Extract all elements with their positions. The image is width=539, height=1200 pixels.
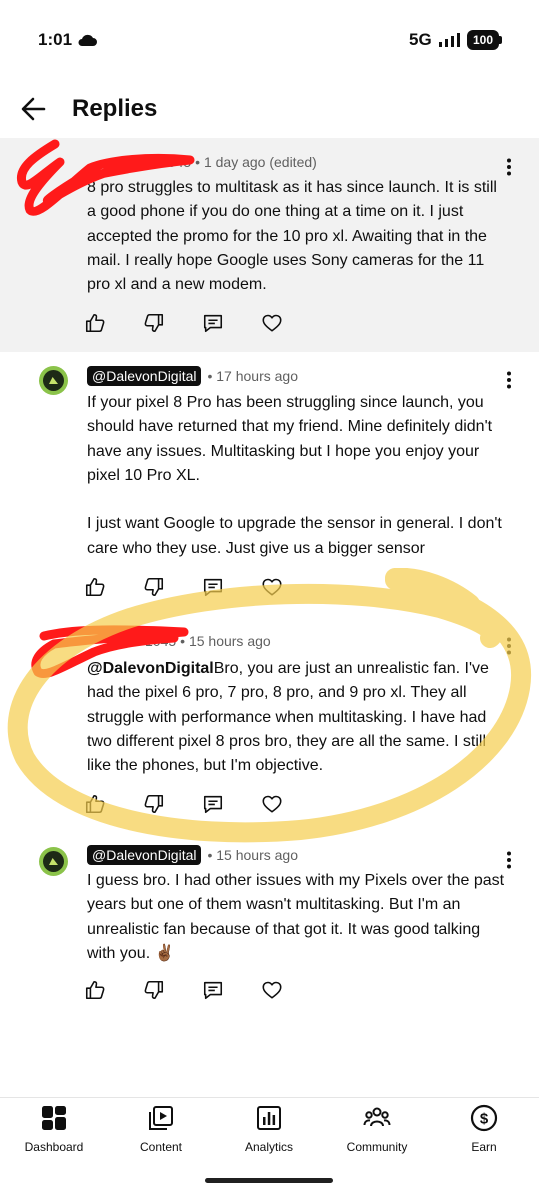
- nav-label: Analytics: [244, 1140, 294, 1154]
- thumbs-up-icon: [85, 794, 105, 814]
- dislike-button[interactable]: [143, 576, 167, 600]
- more-options-icon[interactable]: [499, 157, 519, 177]
- nav-label: Community: [346, 1140, 408, 1154]
- thumbs-down-icon: [144, 313, 164, 333]
- thumbs-up-icon: [85, 577, 105, 597]
- comment-author[interactable]: 1045: [145, 633, 176, 649]
- cloud-icon: [78, 34, 97, 46]
- comment-item: 1045 • 15 hours ago @DalevonDigitalBro, …: [0, 616, 539, 833]
- reply-comment-icon: [203, 578, 223, 597]
- comment-text: If your pixel 8 Pro has been struggling …: [87, 394, 502, 557]
- comment-meta: • 15 hours ago: [180, 633, 271, 649]
- thumbs-up-icon: [85, 313, 105, 333]
- comment-author[interactable]: @DalevonDigital: [87, 845, 202, 865]
- nav-label: Content: [139, 1140, 183, 1154]
- reply-thread: 1045 • 1 day ago (edited) 8 pro struggle…: [0, 138, 539, 1013]
- comment-item: 1045 • 1 day ago (edited) 8 pro struggle…: [0, 138, 539, 352]
- reply-comment-icon: [203, 981, 223, 1000]
- reply-button[interactable]: [202, 979, 226, 1003]
- battery-level: 100: [467, 30, 499, 50]
- avatar[interactable]: [39, 366, 68, 395]
- more-options-icon[interactable]: [499, 370, 519, 390]
- analytics-icon: [257, 1106, 281, 1130]
- heart-icon: [262, 578, 282, 596]
- thumbs-down-icon: [144, 794, 164, 814]
- comment-meta: • 17 hours ago: [207, 368, 299, 384]
- comment-author[interactable]: 1045: [160, 154, 191, 170]
- comment-actions: [84, 576, 320, 600]
- heart-icon: [262, 981, 282, 999]
- more-options-icon[interactable]: [499, 636, 519, 656]
- signal-icon: [439, 33, 460, 47]
- network-label: 5G: [409, 30, 432, 49]
- reply-button[interactable]: [202, 312, 226, 336]
- reply-comment-icon: [203, 795, 223, 814]
- thumbs-up-icon: [85, 980, 105, 1000]
- comment-actions: [84, 979, 320, 1003]
- reply-button[interactable]: [202, 576, 226, 600]
- reply-comment-icon: [203, 314, 223, 333]
- thumbs-down-icon: [144, 980, 164, 1000]
- like-button[interactable]: [84, 576, 108, 600]
- nav-label: Earn: [471, 1140, 497, 1154]
- avatar[interactable]: [39, 847, 68, 876]
- comment-meta: • 1 day ago (edited): [195, 154, 317, 170]
- comment-meta: • 15 hours ago: [207, 847, 299, 863]
- comment-mention[interactable]: @DalevonDigital: [87, 660, 214, 677]
- bottom-nav: Dashboard Content Analytics Community $ …: [0, 1097, 539, 1200]
- dislike-button[interactable]: [143, 312, 167, 336]
- comment-header: @DalevonDigital • 17 hours ago: [87, 366, 298, 386]
- comment-text: I guess bro. I had other issues with my …: [87, 872, 509, 962]
- battery-icon: 100: [467, 30, 503, 50]
- nav-item-earn[interactable]: $ Earn: [439, 1104, 529, 1156]
- heart-button[interactable]: [261, 312, 285, 336]
- comment-header: 1045 • 1 day ago (edited): [87, 154, 317, 170]
- comment-item: @DalevonDigital • 17 hours ago If your p…: [0, 352, 539, 616]
- dislike-button[interactable]: [143, 979, 167, 1003]
- like-button[interactable]: [84, 312, 108, 336]
- dislike-button[interactable]: [143, 793, 167, 817]
- comment-header: 1045 • 15 hours ago: [87, 633, 271, 649]
- heart-icon: [262, 795, 282, 813]
- comment-actions: [84, 312, 320, 336]
- comment-text: 8 pro struggles to multitask as it has s…: [87, 179, 502, 294]
- comment-author[interactable]: @DalevonDigital: [87, 366, 202, 386]
- nav-item-dashboard[interactable]: Dashboard: [9, 1104, 99, 1156]
- page-title: Replies: [72, 95, 158, 122]
- community-icon: [363, 1107, 391, 1127]
- comment-item: @DalevonDigital • 15 hours ago I guess b…: [0, 833, 539, 1013]
- earn-icon: $: [470, 1104, 498, 1132]
- heart-button[interactable]: [261, 979, 285, 1003]
- nav-item-content[interactable]: Content: [116, 1104, 206, 1156]
- heart-button[interactable]: [261, 793, 285, 817]
- nav-item-community[interactable]: Community: [332, 1104, 422, 1156]
- status-bar: 1:01 5G 100: [0, 0, 539, 80]
- comment-text: @DalevonDigitalBro, you are just an unre…: [87, 660, 494, 775]
- nav-item-analytics[interactable]: Analytics: [224, 1104, 314, 1156]
- svg-text:$: $: [480, 1111, 489, 1128]
- back-arrow-icon[interactable]: [20, 96, 46, 122]
- status-time: 1:01: [38, 30, 73, 49]
- like-button[interactable]: [84, 793, 108, 817]
- nav-label: Dashboard: [24, 1140, 84, 1154]
- reply-button[interactable]: [202, 793, 226, 817]
- home-indicator[interactable]: [205, 1178, 333, 1183]
- header: Replies: [0, 80, 539, 138]
- comment-actions: [84, 793, 320, 817]
- comment-header: @DalevonDigital • 15 hours ago: [87, 845, 298, 865]
- content-icon: [149, 1106, 173, 1130]
- heart-button[interactable]: [261, 576, 285, 600]
- more-options-icon[interactable]: [499, 850, 519, 870]
- thumbs-down-icon: [144, 577, 164, 597]
- dashboard-icon: [42, 1106, 66, 1130]
- like-button[interactable]: [84, 979, 108, 1003]
- heart-icon: [262, 314, 282, 332]
